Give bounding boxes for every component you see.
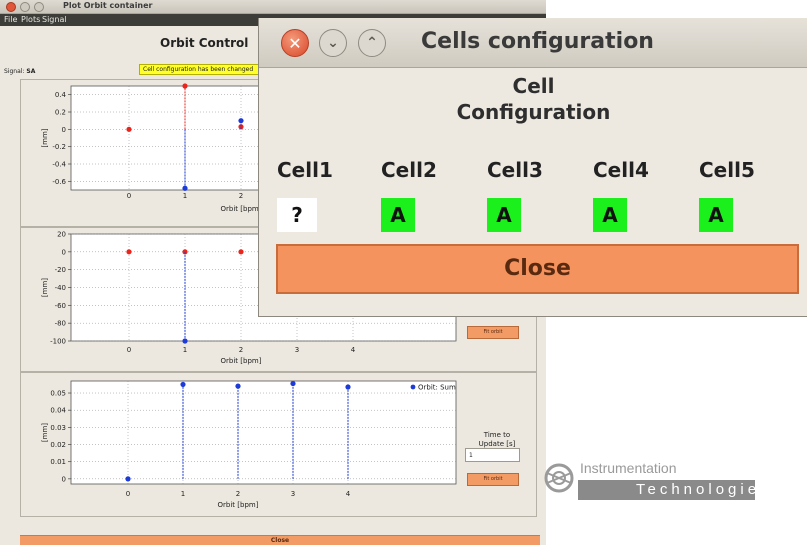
main-window-title: Plot Orbit container [63, 1, 153, 10]
y-axis-label: [mm] [41, 128, 49, 147]
fit-orbit-button[interactable]: Fit orbit [467, 326, 519, 339]
data-point [235, 383, 241, 389]
cell2-label: Cell2 [381, 158, 437, 182]
y-tick-label: -0.2 [52, 143, 66, 151]
y-tick-label: -0.4 [52, 161, 66, 169]
data-point [345, 384, 351, 390]
x-tick-label: 3 [291, 490, 295, 498]
window-maximize-icon[interactable] [34, 2, 44, 12]
orbit-plot-3: 0.05 0.04 0.03 0.02 0.01 0 0 1 2 3 4 Orbit [bpm] [mm… [20, 372, 537, 517]
data-point [182, 338, 188, 344]
y-tick-label: -60 [55, 302, 66, 310]
cell3-label: Cell3 [487, 158, 543, 182]
logo-emblem-icon [544, 463, 574, 493]
logo-text-bottom: Technologies [636, 481, 772, 498]
x-tick-label: 1 [183, 346, 187, 354]
cell5-status: A [699, 198, 733, 232]
dialog-minimize-icon[interactable]: ⌄ [319, 29, 347, 57]
data-point [180, 381, 186, 388]
dialog-heading-line1: Cell [512, 74, 555, 98]
y-tick-label: 0.04 [50, 407, 66, 415]
y-axis-label: [mm] [41, 423, 49, 442]
fit-orbit-button[interactable]: Fit orbit [467, 473, 519, 486]
main-title-bar: Plot Orbit container [0, 0, 546, 14]
cell5-label: Cell5 [699, 158, 755, 182]
page-title: Orbit Control [160, 36, 249, 50]
x-tick-label: 1 [181, 490, 185, 498]
dialog-maximize-icon[interactable]: ⌃ [358, 29, 386, 57]
update-interval-input[interactable] [465, 448, 520, 462]
company-logo: Instrumentation Technologies [540, 458, 768, 508]
data-point [182, 83, 188, 89]
x-axis-label: Orbit [bpm] [218, 501, 259, 509]
cell2-status: A [381, 198, 415, 232]
menu-file[interactable]: File [4, 15, 17, 24]
x-tick-label: 4 [346, 490, 351, 498]
cells-configuration-dialog: ✕ ⌄ ⌃ Cells configuration Cell Configura… [258, 18, 807, 317]
signal-label: Signal: SA [4, 68, 35, 75]
y-tick-label: -100 [50, 338, 66, 346]
data-point [126, 126, 132, 132]
data-point [238, 249, 244, 255]
y-tick-label: 0 [62, 248, 66, 256]
x-axis-label: Orbit [bpm] [221, 357, 262, 365]
window-close-icon[interactable] [6, 2, 16, 12]
signal-label-text: Signal: [4, 68, 25, 75]
y-tick-label: 0.03 [50, 424, 66, 432]
data-point [238, 118, 244, 124]
y-tick-label: 0.4 [55, 91, 67, 99]
y-tick-label: 0.05 [50, 390, 66, 398]
orbit-plot-3-canvas: 0.05 0.04 0.03 0.02 0.01 0 0 1 2 3 4 Orbit [bpm] [mm… [41, 380, 457, 509]
menu-plots[interactable]: Plots [21, 15, 40, 24]
x-tick-label: 2 [236, 490, 240, 498]
legend-marker [410, 384, 416, 390]
main-close-button[interactable]: Close [20, 535, 540, 545]
dialog-close-icon[interactable]: ✕ [281, 29, 309, 57]
x-tick-label: 0 [126, 490, 130, 498]
update-interval-label: Time to Update [s] [478, 431, 516, 448]
y-tick-label: 0.01 [50, 458, 66, 466]
x-tick-label: 4 [351, 346, 356, 354]
cell1-label: Cell1 [277, 158, 333, 182]
x-tick-label: 0 [127, 192, 131, 200]
signal-value: SA [26, 68, 36, 75]
logo-text-top: Instrumentation [580, 460, 677, 476]
y-tick-label: 0.2 [55, 109, 66, 117]
dialog-heading-line2: Configuration [456, 100, 611, 124]
logo-bar: Technologies [578, 480, 768, 500]
data-point [182, 185, 188, 191]
data-point [126, 249, 132, 255]
dialog-close-button[interactable]: Close [276, 244, 799, 294]
y-tick-label: -40 [55, 284, 66, 292]
legend-label: Orbit: Sum [418, 384, 456, 392]
dialog-title: Cells configuration [421, 29, 654, 54]
cell4-status: A [593, 198, 627, 232]
dialog-heading: Cell Configuration [259, 73, 807, 125]
y-tick-label: -0.6 [52, 178, 66, 186]
cell4-label: Cell4 [593, 158, 649, 182]
x-tick-label: 0 [127, 346, 131, 354]
plot-area [70, 380, 457, 485]
y-tick-label: -20 [55, 266, 66, 274]
dialog-title-bar: ✕ ⌄ ⌃ Cells configuration [259, 18, 807, 68]
data-point [290, 380, 296, 387]
y-tick-label: 20 [57, 231, 66, 239]
cell1-status: ? [277, 198, 317, 232]
x-tick-label: 1 [183, 192, 187, 200]
x-tick-label: 2 [239, 192, 243, 200]
window-minimize-icon[interactable] [20, 2, 30, 12]
data-point [125, 476, 131, 482]
y-axis-label: [mm] [41, 278, 49, 297]
x-tick-label: 2 [239, 346, 243, 354]
menu-signal[interactable]: Signal [42, 15, 67, 24]
x-tick-label: 3 [295, 346, 299, 354]
y-tick-label: -80 [55, 320, 66, 328]
y-tick-label: 0 [62, 126, 66, 134]
cell3-status: A [487, 198, 521, 232]
x-axis-label: Orbit [bpm] [221, 205, 262, 213]
y-tick-label: 0 [62, 475, 66, 483]
y-tick-label: 0.02 [50, 441, 66, 449]
